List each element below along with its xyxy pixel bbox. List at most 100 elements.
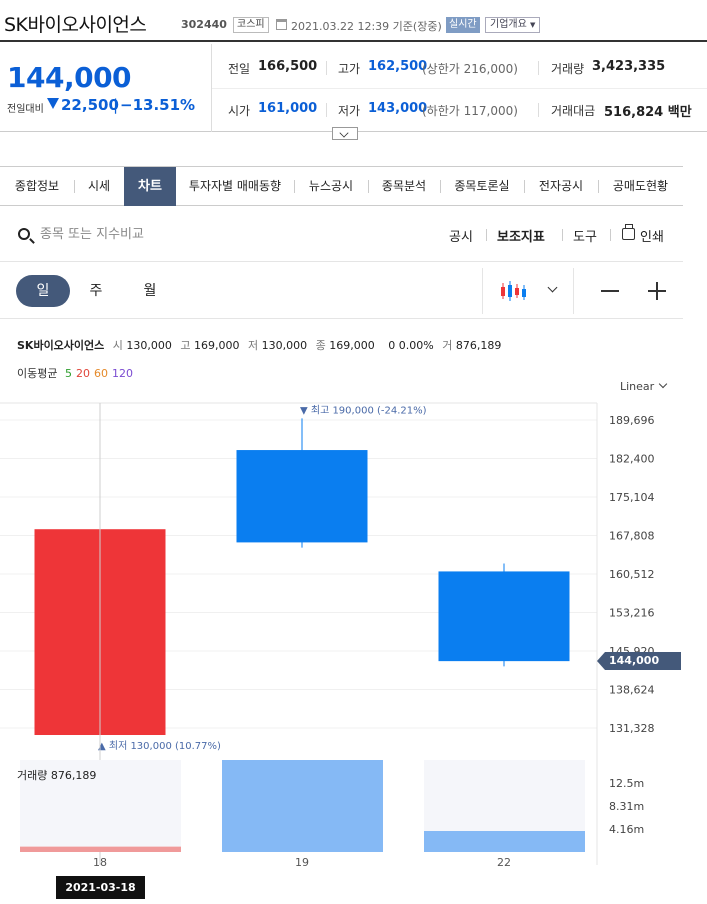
amount-label: 거래대금: [551, 104, 596, 118]
company-info-label: 기업개요: [490, 19, 527, 30]
period-day[interactable]: 일: [16, 275, 70, 307]
max-annotation: ▼ 최고 190,000 (-24.21%): [300, 404, 427, 416]
y-tick-label: 182,400: [609, 453, 655, 466]
divider: [562, 229, 563, 241]
high-value: 162,500: [368, 59, 428, 74]
tab-8[interactable]: 공매도현황: [598, 167, 683, 206]
calendar-icon: [276, 19, 287, 30]
low-label: 저가: [338, 104, 361, 118]
divider: [538, 61, 539, 75]
info-volume-label: 거: [442, 339, 453, 352]
y-tick-label: 131,328: [609, 722, 655, 735]
period-week[interactable]: 주: [69, 275, 123, 307]
open-value: 161,000: [258, 101, 318, 116]
current-price-tag: 144,000: [609, 654, 660, 667]
ma-label: 이동평균: [17, 367, 58, 380]
row-divider: [212, 88, 707, 89]
low-value: 143,000: [368, 101, 428, 116]
volume-bar[interactable]: [222, 760, 383, 852]
period-month[interactable]: 월: [123, 275, 177, 307]
info-low: 130,000: [261, 339, 308, 352]
info-close-label: 종: [315, 339, 326, 352]
stock-code: 302440: [181, 18, 227, 31]
down-arrow-icon: [47, 98, 59, 109]
tab-5[interactable]: 종목분석: [368, 167, 440, 206]
tab-bar: 종합정보 시세 차트 투자자별 매매동향 뉴스공시 종목분석 종목토론실 전자공시 공매도현황: [0, 166, 683, 206]
collapse-button[interactable]: [332, 127, 358, 140]
volume-bar[interactable]: [20, 846, 181, 852]
volume-tick-label: 8.31m: [609, 800, 644, 813]
tab-0[interactable]: 종합정보: [0, 167, 74, 206]
disclosure-button[interactable]: 공시: [449, 226, 473, 245]
upper-limit: (상한가 216,000): [422, 62, 518, 76]
lower-limit: (하한가 117,000): [422, 104, 518, 118]
chevron-down-icon[interactable]: [658, 379, 668, 389]
y-tick-label: 160,512: [609, 568, 655, 581]
price-change: 22,500: [61, 96, 119, 114]
stock-name: SK바이오사이언스: [4, 14, 147, 36]
current-price-box: 144,000 전일대비 22,500 | −13.51%: [0, 44, 212, 132]
realtime-button[interactable]: 실시간: [446, 17, 480, 33]
moving-average-legend: 이동평균 5 20 60 120: [17, 365, 133, 381]
crosshair-date-tag: 2021-03-18: [56, 876, 145, 899]
stock-header: SK바이오사이언스 302440 코스피 2021.03.22 12:39 기준…: [0, 0, 707, 42]
tools-button[interactable]: 도구: [573, 226, 597, 245]
divider: [326, 61, 327, 75]
tab-6[interactable]: 종목토론실: [440, 167, 524, 206]
open-label: 시가: [228, 104, 251, 118]
search-icon[interactable]: [18, 228, 30, 240]
info-low-label: 저: [248, 339, 259, 352]
y-tick-label: 153,216: [609, 607, 655, 620]
indicator-button[interactable]: 보조지표: [497, 226, 545, 245]
current-price: 144,000: [7, 61, 132, 94]
divider: [538, 103, 539, 117]
zoom-out-button[interactable]: [601, 290, 619, 292]
info-open-label: 시: [112, 339, 123, 352]
x-tick-label: 19: [295, 856, 309, 869]
tab-2[interactable]: 차트: [124, 167, 176, 206]
price-change-pct: −13.51%: [120, 96, 196, 114]
divider: [573, 268, 574, 314]
ma-period-120[interactable]: 120: [112, 367, 133, 380]
quote-date: 2021.03.22 12:39 기준(장중): [291, 20, 442, 33]
prev-close-value: 166,500: [258, 59, 318, 74]
compare-search-input[interactable]: [40, 224, 240, 244]
ma-period-5[interactable]: 5: [65, 367, 72, 380]
info-stock-name: SK바이오사이언스: [17, 339, 105, 352]
zoom-in-button[interactable]: [656, 282, 658, 300]
ma-period-20[interactable]: 20: [76, 367, 90, 380]
print-icon[interactable]: [622, 224, 635, 240]
ohlc-info: SK바이오사이언스 시 130,000 고 169,000 저 130,000 …: [17, 337, 501, 353]
divider: [486, 229, 487, 241]
y-tick-label: 189,696: [609, 414, 655, 427]
chevron-down-icon: ▼: [530, 21, 536, 29]
amount-value: 516,824 백만: [604, 105, 692, 120]
volume-tick-label: 12.5m: [609, 777, 644, 790]
scale-mode-select[interactable]: Linear: [620, 380, 654, 393]
candle-body[interactable]: [438, 571, 570, 662]
chevron-down-icon: [339, 128, 349, 138]
volume-label: 거래량: [551, 62, 585, 76]
chevron-down-icon[interactable]: [547, 282, 558, 293]
volume-bar[interactable]: [424, 831, 585, 852]
info-volume: 876,189: [455, 339, 502, 352]
ma-period-60[interactable]: 60: [94, 367, 108, 380]
y-tick-label: 167,808: [609, 530, 655, 543]
price-panel: 144,000 전일대비 22,500 | −13.51% 전일 166,500…: [0, 44, 707, 132]
tab-1[interactable]: 시세: [74, 167, 124, 206]
y-tick-label: 175,104: [609, 491, 655, 504]
tab-3[interactable]: 투자자별 매매동향: [176, 167, 294, 206]
candlestick-icon[interactable]: [500, 279, 526, 303]
info-change: 0: [388, 339, 396, 352]
change-separator: |: [113, 96, 119, 114]
min-annotation: ▲ 최저 130,000 (10.77%): [98, 740, 221, 752]
divider: [482, 268, 483, 314]
candle-body[interactable]: [236, 450, 368, 543]
company-info-button[interactable]: 기업개요 ▼: [485, 17, 541, 33]
change-label: 전일대비: [7, 104, 44, 115]
candlestick-chart[interactable]: 189,696 182,400 175,104 167,808 160,512 153,2…: [0, 395, 707, 875]
tab-4[interactable]: 뉴스공시: [294, 167, 368, 206]
tab-7[interactable]: 전자공시: [524, 167, 598, 206]
print-button[interactable]: 인쇄: [640, 226, 664, 245]
info-close: 169,000: [329, 339, 375, 352]
